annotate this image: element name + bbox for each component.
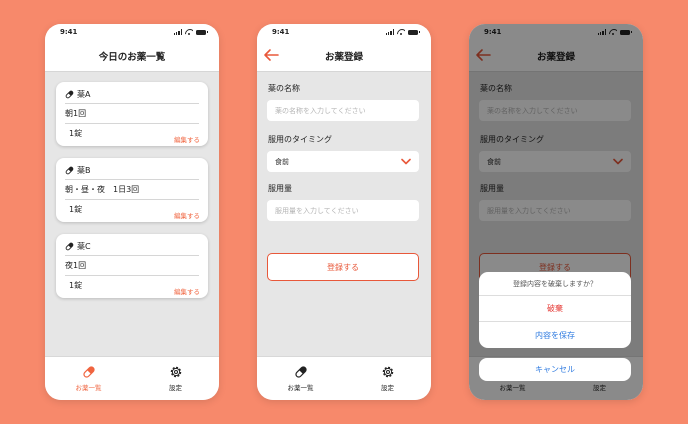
medicine-timing: 夜1回	[65, 261, 87, 270]
action-sheet-message: 登録内容を破棄しますか？	[479, 272, 631, 296]
status-time: 9:41	[60, 28, 78, 36]
page-title: お薬登録	[324, 51, 363, 63]
tab-bar: お薬一覧 設定	[257, 356, 431, 400]
phone-medicine-list: 9:41 今日のお薬一覧 薬A 朝1回 1錠 編集する 薬B 朝・昼・夜 1日3…	[45, 24, 219, 400]
timing-label: 服用のタイミング	[268, 135, 332, 144]
status-bar: 9:41	[257, 24, 431, 40]
page-title: 今日のお薬一覧	[98, 51, 166, 63]
save-content-button[interactable]: 内容を保存	[479, 322, 631, 348]
medicine-dose: 1錠	[69, 205, 83, 214]
action-sheet: 登録内容を破棄しますか？ 破棄 内容を保存	[479, 272, 631, 348]
tab-label: お薬一覧	[75, 384, 102, 392]
wifi-icon	[185, 29, 193, 35]
medicine-card[interactable]: 薬B 朝・昼・夜 1日3回 1錠 編集する	[56, 158, 208, 222]
dose-placeholder: 服用量を入力してください	[275, 206, 359, 215]
pill-icon	[65, 242, 74, 251]
medicine-timing: 朝1回	[65, 109, 87, 118]
timing-value: 食前	[275, 157, 289, 166]
status-bar: 9:41	[45, 24, 219, 40]
name-placeholder: 薬の名称を入力してください	[275, 106, 366, 115]
tab-settings[interactable]: 設定	[132, 357, 219, 400]
medicine-name: 薬C	[77, 242, 91, 251]
battery-icon	[408, 29, 420, 35]
pill-icon	[65, 166, 74, 175]
gear-icon	[170, 366, 181, 378]
register-button-label: 登録する	[327, 262, 359, 272]
edit-link[interactable]: 編集する	[174, 134, 200, 144]
tab-label: 設定	[169, 384, 182, 392]
medicine-name: 薬B	[77, 166, 91, 175]
pill-icon	[294, 366, 307, 378]
battery-icon	[196, 29, 208, 35]
dose-label: 服用量	[268, 184, 292, 193]
name-label: 薬の名称	[268, 84, 300, 93]
gear-icon	[382, 366, 393, 378]
timing-select[interactable]: 食前	[267, 151, 419, 172]
medicine-dose: 1錠	[69, 129, 83, 138]
page-header: 今日のお薬一覧	[45, 40, 219, 72]
back-arrow-icon[interactable]	[263, 48, 279, 62]
discard-button[interactable]: 破棄	[479, 296, 631, 322]
medicine-card[interactable]: 薬A 朝1回 1錠 編集する	[56, 82, 208, 146]
status-time: 9:41	[272, 28, 290, 36]
page-header: お薬登録	[257, 40, 431, 72]
medicine-timing: 朝・昼・夜 1日3回	[65, 185, 140, 194]
tab-settings[interactable]: 設定	[344, 357, 431, 400]
cancel-button[interactable]: キャンセル	[479, 358, 631, 381]
edit-link[interactable]: 編集する	[174, 286, 200, 296]
medicine-dose: 1錠	[69, 281, 83, 290]
signal-icon	[173, 29, 182, 35]
dose-input[interactable]: 服用量を入力してください	[267, 200, 419, 221]
wifi-icon	[397, 29, 405, 35]
tab-bar: お薬一覧 設定	[45, 356, 219, 400]
register-button[interactable]: 登録する	[267, 253, 419, 281]
tab-label: 設定	[381, 384, 394, 392]
edit-link[interactable]: 編集する	[174, 210, 200, 220]
name-input[interactable]: 薬の名称を入力してください	[267, 100, 419, 121]
signal-icon	[385, 29, 394, 35]
pill-icon	[82, 366, 95, 378]
tab-medicine-list[interactable]: お薬一覧	[257, 357, 344, 400]
pill-icon	[65, 90, 74, 99]
tab-medicine-list[interactable]: お薬一覧	[45, 357, 132, 400]
chevron-down-icon	[401, 158, 411, 165]
medicine-card[interactable]: 薬C 夜1回 1錠 編集する	[56, 234, 208, 298]
medicine-name: 薬A	[77, 90, 91, 99]
phone-discard-dialog: 9:41 お薬登録 薬の名称 薬の名称を入力してください 服用のタイミング 食前…	[469, 24, 643, 400]
phone-medicine-register: 9:41 お薬登録 薬の名称 薬の名称を入力してください 服用のタイミング 食前…	[257, 24, 431, 400]
tab-label: お薬一覧	[287, 384, 314, 392]
